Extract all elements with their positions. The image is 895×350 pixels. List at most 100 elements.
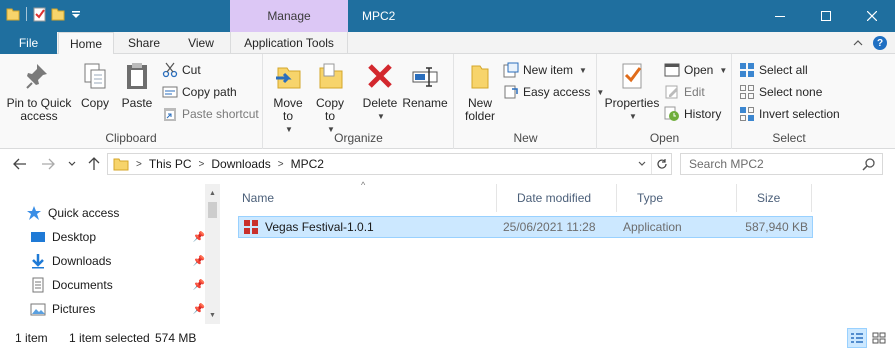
tab-file[interactable]: File bbox=[0, 32, 57, 54]
view-switcher bbox=[847, 328, 889, 348]
new-item-icon bbox=[503, 62, 519, 78]
column-name[interactable]: ^ Name bbox=[222, 180, 497, 212]
nav-item-label: Desktop bbox=[52, 230, 97, 244]
pictures-icon bbox=[30, 303, 46, 316]
nav-item-desktop[interactable]: Desktop 📌 bbox=[30, 226, 205, 248]
pin-icon[interactable]: 📌 bbox=[193, 232, 205, 243]
select-all-button[interactable]: Select all bbox=[739, 61, 808, 79]
column-size-label: Size bbox=[757, 191, 781, 205]
nav-item-documents[interactable]: Documents 📌 bbox=[30, 274, 205, 296]
pin-icon[interactable]: 📌 bbox=[193, 304, 205, 315]
properties-button[interactable]: Properties ▼ bbox=[602, 60, 662, 123]
new-folder-button[interactable]: New folder bbox=[459, 60, 501, 123]
minimize-button[interactable] bbox=[757, 0, 803, 32]
nav-item-quick-access[interactable]: Quick access bbox=[26, 202, 201, 224]
new-folder-label: New folder bbox=[464, 96, 496, 123]
copy-to-button[interactable]: Copy to ▼ bbox=[312, 60, 348, 136]
star-icon bbox=[27, 206, 41, 220]
copy-label: Copy bbox=[80, 96, 109, 110]
refresh-icon bbox=[656, 159, 667, 169]
up-button[interactable] bbox=[86, 156, 102, 172]
delete-button[interactable]: Delete ▼ bbox=[360, 60, 400, 123]
file-list: ^ Name Date modified Type Size Vegas Fes… bbox=[222, 180, 895, 324]
paste-label: Paste bbox=[121, 96, 153, 110]
nav-item-downloads[interactable]: Downloads 📌 bbox=[30, 250, 205, 272]
scroll-thumb[interactable] bbox=[208, 202, 217, 218]
pin-quick-access-button[interactable]: Pin to Quick access bbox=[6, 60, 72, 123]
column-type[interactable]: Type bbox=[617, 184, 737, 212]
documents-icon bbox=[32, 277, 44, 293]
easy-access-label: Easy access bbox=[523, 85, 591, 99]
scroll-up-icon[interactable]: ▲ bbox=[205, 186, 220, 200]
delete-x-icon bbox=[368, 64, 392, 88]
address-bar[interactable]: > This PC > Downloads > MPC2 bbox=[107, 153, 672, 175]
new-item-button[interactable]: New item ▼ bbox=[503, 61, 587, 79]
properties-check-icon[interactable] bbox=[33, 6, 47, 22]
back-button[interactable] bbox=[12, 156, 28, 172]
column-type-label: Type bbox=[637, 191, 664, 205]
breadcrumb-downloads[interactable]: Downloads bbox=[211, 157, 270, 171]
folder-icon[interactable] bbox=[6, 6, 20, 22]
copy-button[interactable]: Copy bbox=[76, 60, 114, 110]
customize-dropdown-icon[interactable] bbox=[69, 6, 83, 22]
tab-share[interactable]: Share bbox=[116, 32, 172, 54]
breadcrumb-separator[interactable]: > bbox=[199, 159, 205, 170]
breadcrumb-this-pc[interactable]: This PC bbox=[149, 157, 192, 171]
pin-icon[interactable]: 📌 bbox=[193, 280, 205, 291]
paste-shortcut-button[interactable]: Paste shortcut bbox=[162, 105, 259, 123]
chevron-down-icon bbox=[68, 161, 76, 166]
rename-label: Rename bbox=[402, 96, 448, 110]
column-date-modified[interactable]: Date modified bbox=[497, 184, 617, 212]
pin-icon[interactable]: 📌 bbox=[193, 256, 205, 267]
maximize-icon bbox=[821, 11, 831, 21]
address-dropdown-button[interactable] bbox=[633, 154, 651, 174]
select-all-icon bbox=[740, 63, 754, 77]
help-icon[interactable]: ? bbox=[873, 36, 887, 50]
select-none-button[interactable]: Select none bbox=[739, 83, 822, 101]
cut-button[interactable]: Cut bbox=[162, 61, 201, 79]
refresh-button[interactable] bbox=[651, 154, 671, 174]
file-type: Application bbox=[623, 220, 682, 234]
copy-path-button[interactable]: Copy path bbox=[162, 83, 237, 101]
rename-button[interactable]: Rename bbox=[402, 60, 448, 110]
cut-label: Cut bbox=[182, 63, 201, 77]
group-label-organize: Organize bbox=[334, 131, 383, 145]
forward-button[interactable] bbox=[40, 156, 56, 172]
breadcrumb-separator[interactable]: > bbox=[136, 159, 142, 170]
history-button[interactable]: History bbox=[664, 105, 721, 123]
move-to-button[interactable]: Move to ▼ bbox=[270, 60, 306, 136]
close-button[interactable] bbox=[849, 0, 895, 32]
column-size[interactable]: Size bbox=[737, 184, 812, 212]
breadcrumb-separator[interactable]: > bbox=[278, 159, 284, 170]
open-button[interactable]: Open ▼ bbox=[664, 61, 727, 79]
group-open: Properties ▼ Open ▼ Edit History Open bbox=[598, 54, 732, 149]
maximize-button[interactable] bbox=[803, 0, 849, 32]
status-item-count: 1 item bbox=[15, 331, 48, 345]
collapse-ribbon-icon[interactable] bbox=[853, 39, 863, 47]
search-input[interactable]: Search MPC2 bbox=[680, 153, 883, 175]
paste-button[interactable]: Paste bbox=[118, 60, 156, 110]
invert-selection-icon bbox=[740, 107, 754, 121]
breadcrumb-mpc2[interactable]: MPC2 bbox=[291, 157, 324, 171]
file-row[interactable]: Vegas Festival-1.0.1 25/06/2021 11:28 Ap… bbox=[238, 216, 813, 238]
tab-view[interactable]: View bbox=[174, 32, 228, 54]
quick-access-toolbar bbox=[6, 6, 83, 22]
tab-application-tools[interactable]: Application Tools bbox=[230, 32, 348, 54]
nav-scrollbar[interactable]: ▲ ▼ bbox=[205, 184, 220, 324]
easy-access-button[interactable]: Easy access ▼ bbox=[503, 83, 604, 101]
forward-arrow-icon bbox=[42, 158, 55, 170]
nav-item-pictures[interactable]: Pictures 📌 bbox=[30, 298, 205, 320]
pin-icon bbox=[26, 64, 47, 89]
recent-locations-button[interactable] bbox=[64, 156, 80, 172]
window-title: MPC2 bbox=[362, 9, 396, 23]
large-icons-view-button[interactable] bbox=[869, 328, 889, 348]
scroll-down-icon[interactable]: ▼ bbox=[205, 308, 220, 322]
new-folder-icon[interactable] bbox=[51, 6, 65, 22]
edit-button[interactable]: Edit bbox=[664, 83, 705, 101]
back-arrow-icon bbox=[13, 158, 26, 170]
details-view-button[interactable] bbox=[847, 328, 867, 348]
tab-home[interactable]: Home bbox=[58, 32, 114, 55]
invert-selection-button[interactable]: Invert selection bbox=[739, 105, 840, 123]
properties-dropdown-icon: ▼ bbox=[629, 112, 637, 121]
paste-icon bbox=[127, 63, 147, 89]
